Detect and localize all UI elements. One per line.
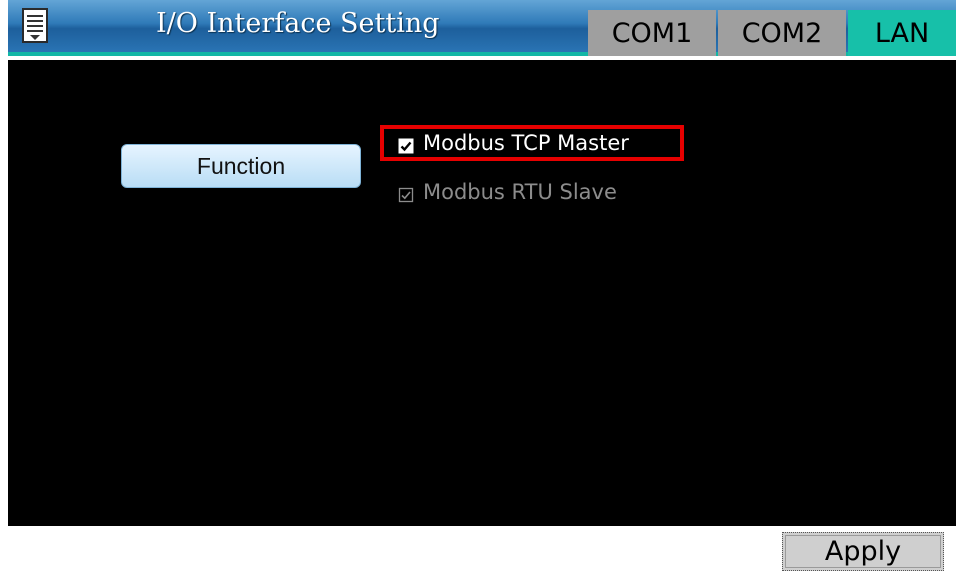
function-button[interactable]: Function — [121, 144, 361, 188]
settings-panel: Function Modbus TCP Master Modbus RTU Sl… — [8, 60, 956, 526]
tab-lan[interactable]: LAN — [848, 10, 956, 56]
highlight-box — [380, 125, 684, 161]
modbus-rtu-slave-label: Modbus RTU Slave — [423, 180, 617, 204]
modbus-rtu-slave-option: Modbus RTU Slave — [398, 177, 617, 207]
list-menu-icon[interactable] — [21, 8, 49, 44]
checkbox-disabled-icon — [398, 184, 414, 203]
apply-button[interactable]: Apply — [782, 532, 944, 571]
title-bar: I/O Interface Setting COM1 COM2 LAN — [8, 0, 956, 56]
tab-com2[interactable]: COM2 — [718, 10, 846, 56]
page-title: I/O Interface Setting — [156, 8, 440, 39]
tab-com1[interactable]: COM1 — [588, 10, 716, 56]
